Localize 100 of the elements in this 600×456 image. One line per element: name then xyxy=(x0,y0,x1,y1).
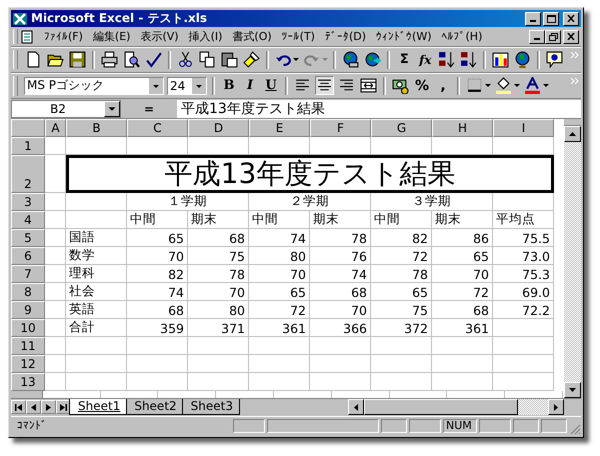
table-cell[interactable] xyxy=(493,337,554,356)
menu-item[interactable]: 表示(V) xyxy=(135,29,184,44)
row-header[interactable]: 5 xyxy=(11,229,45,248)
table-cell[interactable] xyxy=(310,373,371,392)
table-cell[interactable] xyxy=(45,211,66,230)
table-cell[interactable] xyxy=(45,373,66,392)
table-cell[interactable] xyxy=(371,355,432,374)
close-button[interactable] xyxy=(563,30,579,44)
table-cell[interactable] xyxy=(432,355,493,374)
font-dropdown[interactable]: MS Pゴシック xyxy=(24,76,164,95)
edit-formula-button[interactable]: = xyxy=(121,102,177,116)
caret-icon[interactable] xyxy=(293,58,300,62)
bar-chart-icon[interactable] xyxy=(491,50,510,70)
table-cell[interactable] xyxy=(188,373,249,392)
table-cell[interactable] xyxy=(432,337,493,356)
down-arrow-icon[interactable] xyxy=(569,388,576,392)
table-cell[interactable]: 中間 xyxy=(371,211,432,230)
first-sheet-button[interactable] xyxy=(11,400,26,414)
table-cell[interactable]: 361 xyxy=(432,319,493,338)
left-arrow-icon[interactable] xyxy=(31,404,36,411)
table-cell[interactable]: 70 xyxy=(310,301,371,320)
table-cell[interactable] xyxy=(371,373,432,392)
table-cell[interactable]: ３学期 xyxy=(371,193,493,212)
table-cell[interactable] xyxy=(45,247,66,266)
row-header[interactable]: 6 xyxy=(11,247,45,266)
table-cell[interactable] xyxy=(493,319,554,338)
caret-icon[interactable] xyxy=(149,78,163,94)
table-cell[interactable] xyxy=(45,229,66,248)
table-cell[interactable]: 65 xyxy=(127,229,188,248)
menu-item[interactable]: 書式(O) xyxy=(227,29,277,44)
restore-icon[interactable] xyxy=(548,32,558,41)
column-header[interactable]: E xyxy=(249,119,310,138)
row-header[interactable]: 8 xyxy=(11,283,45,302)
table-cell[interactable]: 82 xyxy=(127,265,188,284)
table-cell[interactable]: 70 xyxy=(188,283,249,302)
menu-item[interactable]: ﾂｰﾙ(T) xyxy=(276,30,320,44)
last-sheet-button[interactable] xyxy=(56,400,71,414)
align-center-icon[interactable] xyxy=(315,76,334,96)
row-header[interactable]: 7 xyxy=(11,265,45,284)
first-icon[interactable] xyxy=(15,404,22,411)
table-cell[interactable]: 68 xyxy=(432,301,493,320)
table-cell[interactable] xyxy=(45,337,66,356)
sort-ascending-icon[interactable] xyxy=(437,50,456,70)
globe-icon[interactable] xyxy=(363,50,382,70)
font-color-icon[interactable] xyxy=(523,76,542,96)
table-cell[interactable] xyxy=(45,301,66,320)
paintbrush-icon[interactable] xyxy=(242,50,261,70)
print-preview-icon[interactable] xyxy=(122,50,141,70)
table-cell[interactable]: 中間 xyxy=(127,211,188,230)
column-header[interactable]: I xyxy=(493,119,554,138)
row-header[interactable]: 1 xyxy=(11,137,45,156)
menu-item[interactable]: ﾃﾞｰﾀ(D) xyxy=(320,30,372,44)
left-arrow-icon[interactable] xyxy=(354,404,358,411)
table-cell[interactable]: 78 xyxy=(371,265,432,284)
row-header[interactable]: 3 xyxy=(11,193,45,212)
printer-icon[interactable] xyxy=(100,50,119,70)
table-cell[interactable]: 366 xyxy=(310,319,371,338)
caret-icon[interactable] xyxy=(543,84,549,88)
caret-icon[interactable] xyxy=(514,84,520,88)
table-cell[interactable]: 平均点 xyxy=(493,211,554,230)
column-header[interactable]: B xyxy=(66,119,127,138)
row-header[interactable]: 11 xyxy=(11,337,45,356)
table-cell[interactable] xyxy=(188,355,249,374)
minimize-button[interactable] xyxy=(525,12,541,26)
table-cell[interactable] xyxy=(432,373,493,392)
table-cell[interactable]: 80 xyxy=(249,247,310,266)
table-cell[interactable]: 78 xyxy=(188,265,249,284)
table-cell[interactable] xyxy=(310,355,371,374)
table-cell[interactable] xyxy=(493,373,554,392)
minimize-button[interactable] xyxy=(529,30,545,44)
table-cell[interactable]: 英語 xyxy=(66,301,127,320)
maximize-icon[interactable] xyxy=(546,14,556,23)
table-cell[interactable]: 数学 xyxy=(66,247,127,266)
right-arrow-icon[interactable] xyxy=(46,404,51,411)
maximize-button[interactable] xyxy=(543,12,559,26)
table-cell[interactable]: 76 xyxy=(310,247,371,266)
table-cell[interactable] xyxy=(127,373,188,392)
right-arrow-icon[interactable] xyxy=(554,404,558,411)
globe-icon[interactable] xyxy=(341,50,360,70)
column-header[interactable]: H xyxy=(432,119,493,138)
column-header[interactable]: C xyxy=(127,119,188,138)
row-header[interactable]: 2 xyxy=(11,155,45,194)
table-cell[interactable] xyxy=(188,337,249,356)
menu-item[interactable]: ﾌｧｲﾙ(F) xyxy=(39,30,88,44)
table-cell[interactable]: 理科 xyxy=(66,265,127,284)
menu-item[interactable]: ｳｨﾝﾄﾞｳ(W) xyxy=(371,30,436,44)
table-cell[interactable] xyxy=(66,355,127,374)
column-header[interactable]: A xyxy=(45,119,66,138)
table-cell[interactable] xyxy=(45,355,66,374)
table-cell[interactable]: 72 xyxy=(432,283,493,302)
table-cell[interactable] xyxy=(66,373,127,392)
table-cell[interactable] xyxy=(66,337,127,356)
table-cell[interactable]: 75 xyxy=(188,247,249,266)
sheet-tab[interactable]: Sheet3 xyxy=(182,399,240,416)
table-cell[interactable] xyxy=(310,337,371,356)
menu-item[interactable]: 編集(E) xyxy=(88,29,136,44)
table-cell[interactable]: 65 xyxy=(249,283,310,302)
table-cell[interactable] xyxy=(45,265,66,284)
table-cell[interactable]: 72.2 xyxy=(493,301,554,320)
row-header[interactable]: 4 xyxy=(11,211,45,230)
